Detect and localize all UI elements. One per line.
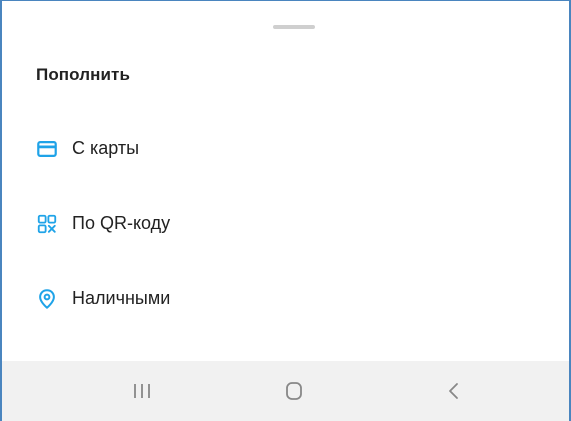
menu-item-label: По QR-коду [72, 213, 171, 233]
location-pin-icon [39, 289, 55, 309]
bottom-sheet: Пополнить С карты По QR-коду Наличными [2, 1, 569, 361]
menu-item-card[interactable]: С карты [2, 125, 569, 175]
app-frame: Пополнить С карты По QR-коду Наличными [0, 0, 571, 421]
recent-apps-button[interactable] [125, 375, 159, 407]
qr-code-icon [37, 214, 57, 234]
system-navigation-bar [2, 361, 569, 421]
drag-handle[interactable] [273, 25, 315, 29]
recent-apps-icon [134, 384, 150, 398]
back-icon [449, 383, 458, 399]
menu-item-label: Наличными [72, 288, 171, 308]
home-icon [286, 382, 302, 400]
back-button[interactable] [437, 375, 471, 407]
menu-item-label: С карты [72, 138, 140, 158]
sheet-title: Пополнить [36, 65, 131, 84]
menu-item-cash[interactable]: Наличными [2, 275, 569, 325]
menu-item-qr[interactable]: По QR-коду [2, 200, 569, 250]
home-button[interactable] [277, 375, 311, 407]
card-icon [37, 141, 57, 157]
